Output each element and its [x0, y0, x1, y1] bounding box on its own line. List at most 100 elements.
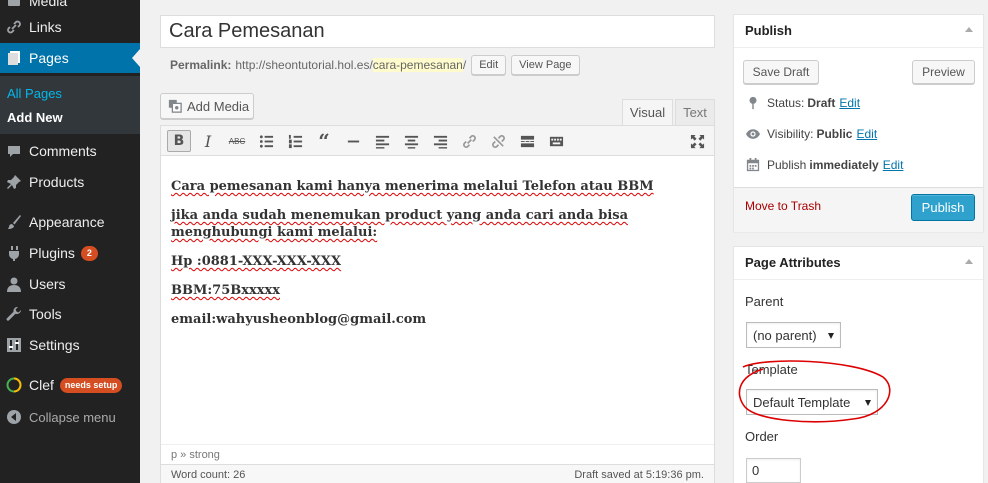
menu-item-label: Tools — [29, 306, 62, 322]
calendar-icon — [745, 157, 761, 173]
numbered-list-icon — [288, 134, 302, 148]
add-media-icon — [168, 99, 182, 113]
menu-item-label: Products — [29, 174, 85, 190]
autosave-status: Draft saved at 5:19:36 pm. — [574, 469, 704, 481]
unlink-icon — [491, 134, 505, 148]
italic-button[interactable]: I — [196, 130, 220, 152]
permalink-slug[interactable]: cara-pemesanan — [372, 58, 463, 72]
fullscreen-button[interactable] — [685, 130, 709, 152]
publish-box-header[interactable]: Publish — [734, 15, 983, 48]
schedule-value: immediately — [809, 158, 879, 172]
view-page-button[interactable]: View Page — [511, 55, 580, 75]
wrench-icon — [5, 305, 23, 323]
major-publishing-actions: Move to Trash Publish — [734, 187, 983, 232]
menu-item-plugins[interactable]: Plugins 2 — [0, 238, 140, 268]
content-paragraph: BBM:75Bxxxxx — [171, 283, 280, 298]
keyboard-icon — [549, 136, 563, 146]
insert-link-button[interactable] — [457, 130, 481, 152]
numbered-list-button[interactable] — [283, 130, 307, 152]
read-more-button[interactable] — [515, 130, 539, 152]
menu-item-pages[interactable]: Pages — [0, 43, 140, 73]
edit-permalink-button[interactable]: Edit — [471, 55, 507, 75]
submenu-all-pages[interactable]: All Pages — [7, 86, 62, 101]
save-draft-button[interactable]: Save Draft — [743, 60, 819, 84]
menu-item-label: Plugins — [29, 245, 75, 261]
menu-item-label: Media — [29, 0, 68, 9]
user-icon — [5, 275, 23, 293]
align-left-icon — [375, 135, 389, 149]
page-attributes-title: Page Attributes — [745, 255, 841, 270]
menu-item-appearance[interactable]: Appearance — [0, 207, 140, 237]
content-editor[interactable]: B I ABC “ Cara pemesanan kami hanya mene… — [160, 125, 715, 483]
menu-item-label: Settings — [29, 337, 80, 353]
blockquote-button[interactable]: “ — [312, 129, 336, 153]
eye-icon — [745, 126, 761, 142]
word-count: Word count: 26 — [171, 469, 246, 481]
content-paragraph: jika anda sudah menemukan product yang a… — [171, 208, 629, 240]
strikethrough-button[interactable]: ABC — [225, 130, 249, 152]
menu-item-users[interactable]: Users — [0, 269, 140, 299]
move-to-trash-link[interactable]: Move to Trash — [745, 199, 821, 213]
parent-select-value: (no parent) — [753, 327, 817, 343]
comments-icon — [5, 142, 23, 160]
parent-label: Parent — [745, 294, 784, 309]
collapse-toggle-icon[interactable] — [965, 27, 973, 32]
settings-icon — [5, 336, 23, 354]
pin-icon — [745, 95, 761, 111]
menu-item-label: Comments — [29, 143, 97, 159]
collapse-toggle-icon[interactable] — [965, 259, 973, 264]
bullet-list-icon — [259, 134, 273, 148]
edit-status-link[interactable]: Edit — [839, 96, 860, 110]
pages-submenu: All Pages Add New — [0, 76, 140, 134]
edit-visibility-link[interactable]: Edit — [856, 127, 877, 141]
page-title-input[interactable]: Cara Pemesanan — [160, 15, 715, 48]
preview-button[interactable]: Preview — [912, 60, 975, 84]
fullscreen-icon — [690, 134, 704, 148]
add-media-button[interactable]: Add Media — [160, 93, 254, 119]
editor-content[interactable]: Cara pemesanan kami hanya menerima melal… — [171, 178, 701, 340]
visibility-label: Visibility: — [767, 127, 814, 141]
remove-link-button[interactable] — [486, 130, 510, 152]
page-attributes-header[interactable]: Page Attributes — [734, 247, 983, 280]
order-label: Order — [745, 429, 779, 444]
edit-schedule-link[interactable]: Edit — [883, 158, 904, 172]
status-label: Status: — [767, 96, 805, 110]
menu-item-label: Clef — [29, 377, 54, 393]
editor-toolbar: B I ABC “ — [161, 126, 714, 156]
menu-item-label: Pages — [29, 50, 69, 66]
publish-box-title: Publish — [745, 23, 792, 38]
menu-item-products[interactable]: Products — [0, 167, 140, 197]
admin-sidebar: Media Links Pages All Pages Add New Comm… — [0, 0, 140, 483]
tab-text[interactable]: Text — [675, 99, 715, 126]
collapse-menu-button[interactable]: Collapse menu — [0, 402, 140, 432]
parent-select[interactable]: (no parent) — [746, 322, 841, 348]
menu-item-clef[interactable]: Clef needs setup — [0, 370, 140, 400]
bold-button[interactable]: B — [167, 130, 191, 152]
template-select[interactable]: Default Template — [746, 389, 878, 415]
menu-item-links[interactable]: Links — [0, 12, 140, 42]
align-left-button[interactable] — [370, 130, 394, 152]
align-center-button[interactable] — [399, 130, 423, 152]
brush-icon — [5, 213, 23, 231]
element-path: p » strong — [161, 444, 714, 464]
schedule-row: Publish immediately Edit — [745, 156, 903, 174]
toolbar-toggle-button[interactable] — [544, 130, 568, 152]
plugin-update-badge: 2 — [80, 245, 98, 261]
menu-item-comments[interactable]: Comments — [0, 136, 140, 166]
submenu-add-new[interactable]: Add New — [7, 110, 63, 125]
link-icon — [5, 18, 23, 36]
publish-button[interactable]: Publish — [911, 194, 975, 221]
permalink-trailing-slash: / — [462, 58, 467, 72]
bullet-list-button[interactable] — [254, 130, 278, 152]
menu-item-settings[interactable]: Settings — [0, 330, 140, 360]
horizontal-line-button[interactable] — [341, 130, 365, 152]
order-input[interactable]: 0 — [746, 458, 801, 483]
permalink-row: Permalink: http://sheontutorial.hol.es/ … — [170, 55, 580, 75]
content-paragraph: Hp :0881-XXX-XXX-XXX — [171, 254, 342, 269]
menu-item-label: Users — [29, 276, 66, 292]
tab-visual[interactable]: Visual — [622, 99, 673, 126]
align-right-button[interactable] — [428, 130, 452, 152]
collapse-menu-label: Collapse menu — [29, 409, 116, 425]
menu-item-tools[interactable]: Tools — [0, 299, 140, 329]
media-icon — [5, 0, 23, 10]
